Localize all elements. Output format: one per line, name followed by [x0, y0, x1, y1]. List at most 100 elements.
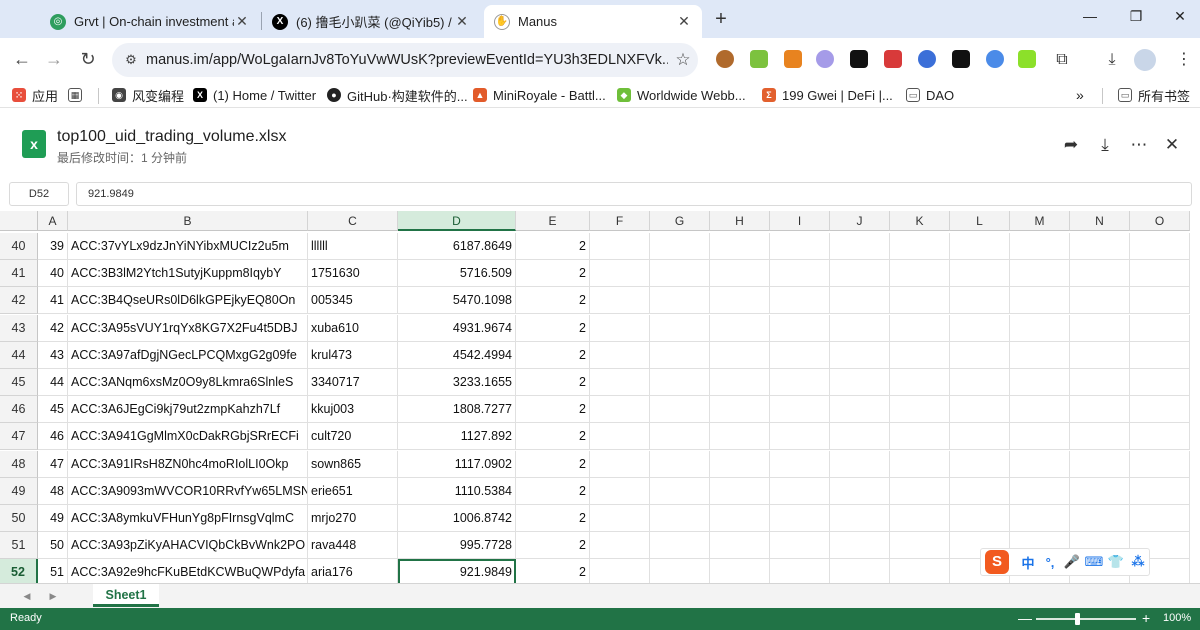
cell-e[interactable]: 2: [516, 396, 590, 424]
cell-b[interactable]: ACC:3B4QseURs0lD6lkGPEjkyEQ80On: [68, 287, 308, 315]
cell-m[interactable]: [1010, 477, 1070, 505]
cell-k[interactable]: [890, 396, 950, 424]
cell-k[interactable]: [890, 369, 950, 396]
cell-c[interactable]: rava448: [308, 532, 398, 560]
cell-d[interactable]: 1117.0902: [398, 450, 516, 478]
site-info-icon[interactable]: ⚙: [116, 52, 146, 68]
cell-g[interactable]: [650, 450, 710, 478]
column-header-n[interactable]: N: [1070, 211, 1130, 231]
sogou-logo-icon[interactable]: S: [985, 550, 1009, 574]
cell-a[interactable]: 42: [38, 314, 68, 342]
cell-a[interactable]: 48: [38, 477, 68, 505]
bookmark-folder[interactable]: ▭ DAO: [906, 86, 954, 104]
cell-b[interactable]: ACC:3A91IRsH8ZN0hc4moRIolLI0Okp: [68, 450, 308, 478]
cell-j[interactable]: [830, 559, 890, 583]
cell-d[interactable]: 6187.8649: [398, 233, 516, 260]
cell-l[interactable]: [950, 423, 1010, 451]
cell-h[interactable]: [710, 396, 770, 424]
cell-d[interactable]: 1808.7277: [398, 396, 516, 424]
cell-k[interactable]: [890, 260, 950, 288]
cell-l[interactable]: [950, 450, 1010, 478]
cell-a[interactable]: 43: [38, 341, 68, 369]
cell-j[interactable]: [830, 423, 890, 451]
cell-o[interactable]: [1130, 423, 1190, 451]
extension-icon[interactable]: [918, 50, 936, 68]
cell-c[interactable]: 005345: [308, 287, 398, 315]
cell-j[interactable]: [830, 505, 890, 532]
cell-c[interactable]: mrjo270: [308, 505, 398, 532]
share-icon[interactable]: ➦: [1060, 134, 1082, 156]
bookmark-item[interactable]: ◉ 风变编程: [112, 86, 184, 104]
all-bookmarks-folder[interactable]: ▭ 所有书签: [1118, 86, 1190, 104]
cell-b[interactable]: ACC:3ANqm6xsMz0O9y8Lkmra6SlnleS: [68, 369, 308, 396]
column-header-g[interactable]: G: [650, 211, 710, 231]
column-header-c[interactable]: C: [308, 211, 398, 231]
cell-n[interactable]: [1070, 233, 1130, 260]
cell-a[interactable]: 44: [38, 369, 68, 396]
cell-e[interactable]: 2: [516, 477, 590, 505]
cell-d[interactable]: 1127.892: [398, 423, 516, 451]
cell-h[interactable]: [710, 260, 770, 288]
cell-i[interactable]: [770, 396, 830, 424]
cell-k[interactable]: [890, 532, 950, 560]
column-header-b[interactable]: B: [68, 211, 308, 231]
extension-icon[interactable]: [1018, 50, 1036, 68]
ime-language-toggle[interactable]: 中: [1017, 553, 1039, 572]
row-header[interactable]: 40: [0, 233, 38, 260]
cell-e[interactable]: 2: [516, 314, 590, 342]
cell-k[interactable]: [890, 423, 950, 451]
window-close-icon[interactable]: ✕: [1168, 8, 1192, 30]
cell-h[interactable]: [710, 450, 770, 478]
cell-h[interactable]: [710, 314, 770, 342]
restore-icon[interactable]: ❐: [1124, 8, 1148, 30]
cell-e[interactable]: 2: [516, 423, 590, 451]
sheet-tab-sheet1[interactable]: Sheet1: [93, 584, 159, 607]
cell-k[interactable]: [890, 314, 950, 342]
cell-j[interactable]: [830, 396, 890, 424]
cell-b[interactable]: ACC:37vYLx9dzJnYiNYibxMUCIz2u5m: [68, 233, 308, 260]
cell-i[interactable]: [770, 233, 830, 260]
cell-m[interactable]: [1010, 287, 1070, 315]
cell-e[interactable]: 2: [516, 369, 590, 396]
cell-n[interactable]: [1070, 341, 1130, 369]
row-header[interactable]: 48: [0, 450, 38, 478]
cell-e[interactable]: 2: [516, 233, 590, 260]
cell-c[interactable]: llllll: [308, 233, 398, 260]
cell-o[interactable]: [1130, 369, 1190, 396]
cell-m[interactable]: [1010, 396, 1070, 424]
cell-h[interactable]: [710, 423, 770, 451]
cell-f[interactable]: [590, 423, 650, 451]
cell-a[interactable]: 40: [38, 260, 68, 288]
cell-m[interactable]: [1010, 341, 1070, 369]
cell-j[interactable]: [830, 233, 890, 260]
column-header-h[interactable]: H: [710, 211, 770, 231]
extension-icon[interactable]: [952, 50, 970, 68]
more-bookmarks-icon[interactable]: »: [1076, 86, 1084, 104]
cell-n[interactable]: [1070, 287, 1130, 315]
minimize-icon[interactable]: —: [1078, 8, 1102, 30]
cell-n[interactable]: [1070, 314, 1130, 342]
ime-punctuation-toggle[interactable]: °,: [1039, 555, 1061, 570]
zoom-slider-track[interactable]: [1036, 618, 1136, 620]
address-bar[interactable]: ⚙ manus.im/app/WoLgaIarnJv8ToYuVwWUsK?pr…: [112, 43, 698, 77]
cell-n[interactable]: [1070, 396, 1130, 424]
extension-icon[interactable]: [816, 50, 834, 68]
toolbox-grid-icon[interactable]: ⁂: [1127, 554, 1149, 570]
cell-d[interactable]: 995.7728: [398, 532, 516, 560]
cell-o[interactable]: [1130, 287, 1190, 315]
download-icon[interactable]: ⤓: [1100, 48, 1124, 72]
cell-m[interactable]: [1010, 233, 1070, 260]
cell-g[interactable]: [650, 559, 710, 583]
cell-d[interactable]: 1006.8742: [398, 505, 516, 532]
cell-k[interactable]: [890, 505, 950, 532]
close-tab-icon[interactable]: ✕: [676, 13, 692, 30]
select-all-corner[interactable]: [0, 211, 38, 231]
zoom-in-button[interactable]: +: [1142, 610, 1150, 626]
column-header-l[interactable]: L: [950, 211, 1010, 231]
cell-i[interactable]: [770, 532, 830, 560]
cell-c[interactable]: 3340717: [308, 369, 398, 396]
cell-g[interactable]: [650, 287, 710, 315]
cell-b[interactable]: ACC:3A95sVUY1rqYx8KG7X2Fu4t5DBJ: [68, 314, 308, 342]
cell-h[interactable]: [710, 369, 770, 396]
cell-j[interactable]: [830, 477, 890, 505]
